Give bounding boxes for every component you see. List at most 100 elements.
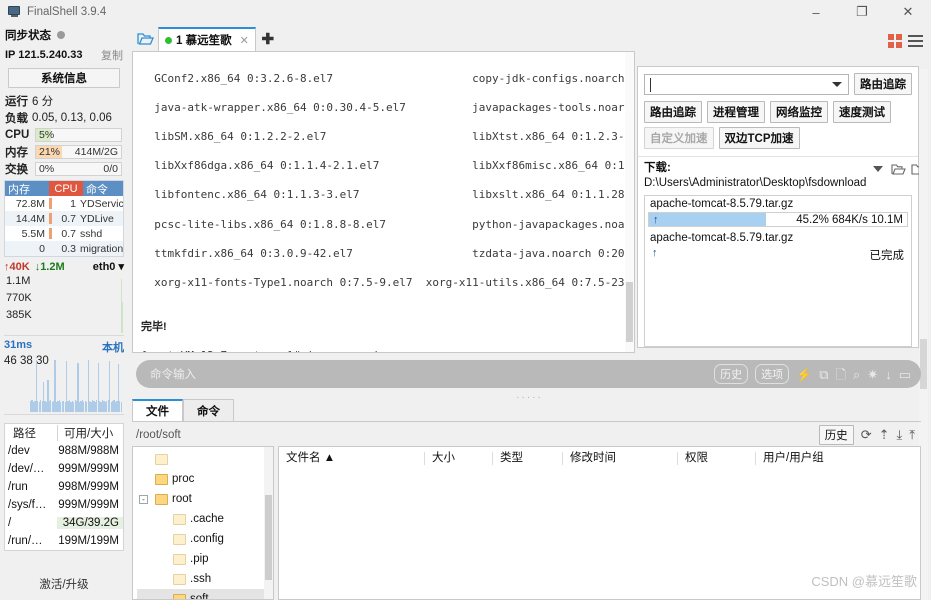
collapse-icon[interactable]: -	[139, 494, 148, 504]
terminal-scrollbar[interactable]	[625, 52, 634, 352]
process-manager-button[interactable]: 进程管理	[707, 101, 765, 123]
network-monitor-button[interactable]: 网络监控	[770, 101, 828, 123]
paste-icon[interactable]: 🗋	[836, 368, 846, 381]
system-info-button[interactable]: 系统信息	[8, 68, 120, 88]
copy-ip-button[interactable]: 复制	[101, 47, 123, 63]
tree-node-config[interactable]: .config	[137, 529, 273, 549]
col-free-total: 可用/大小	[57, 425, 123, 441]
folder-icon	[173, 593, 186, 599]
search-icon[interactable]: ⌕	[853, 368, 860, 381]
current-path[interactable]: /root/soft	[132, 429, 181, 441]
col-type[interactable]: 类型	[492, 451, 562, 465]
tree-node-root[interactable]: - root	[137, 489, 273, 509]
upload-file-icon[interactable]: ⤒	[909, 427, 915, 443]
command-history-button[interactable]: 历史	[714, 364, 749, 384]
table-row[interactable]: /sys/f… 999M/999M	[5, 496, 123, 514]
refresh-icon[interactable]: ⟳	[861, 427, 872, 443]
custom-accel-button[interactable]: 自定义加速	[644, 127, 714, 149]
menu-icon[interactable]	[908, 35, 923, 47]
tree-node-pip[interactable]: .pip	[137, 549, 273, 569]
download-label: 下载:	[644, 162, 671, 174]
disk-table[interactable]: 路径 可用/大小 /dev 988M/988M /dev/… 999M/999M…	[4, 423, 124, 551]
accel-buttons-row: 自定义加速 双边TCP加速	[638, 125, 918, 151]
scrollbar-thumb[interactable]	[626, 282, 633, 342]
command-options-button[interactable]: 选项	[755, 364, 790, 384]
bolt-icon[interactable]: ⚡	[796, 368, 812, 381]
cpu-meter-row: CPU 5%	[0, 126, 128, 143]
col-modified[interactable]: 修改时间	[562, 451, 677, 465]
col-cpu[interactable]: CPU	[49, 181, 83, 196]
copy-icon[interactable]: ⧉	[819, 368, 828, 381]
close-icon[interactable]: ✕	[240, 34, 249, 47]
terminal-output: GConf2.x86_64 0:3.2.6-8.el7 copy-jdk-con…	[133, 52, 634, 352]
scrollbar-thumb[interactable]	[920, 339, 927, 389]
network-interface-selector[interactable]: eth0 ▾	[93, 260, 124, 273]
tab-files[interactable]: 文件	[132, 399, 183, 421]
disk-size: 988M/988M	[58, 445, 119, 457]
layout-grid-icon[interactable]	[888, 34, 902, 48]
route-trace-button[interactable]: 路由追踪	[644, 101, 702, 123]
tree-node[interactable]	[137, 449, 273, 469]
activate-upgrade-link[interactable]: 激活/升级	[0, 576, 128, 592]
table-row[interactable]: 5.5M 0.7 sshd	[5, 226, 123, 241]
window-icon[interactable]: ▭	[899, 368, 911, 381]
table-row[interactable]: /dev 988M/988M	[5, 442, 123, 460]
chevron-down-icon[interactable]	[870, 161, 886, 177]
directory-tree[interactable]: proc - root .cache .config .pip .ssh sof…	[132, 446, 274, 600]
gear-icon[interactable]: ✷	[867, 368, 878, 381]
host-combo-input[interactable]	[644, 73, 849, 95]
table-row[interactable]: 72.8M 1 YDService	[5, 196, 123, 211]
app-title: FinalShell 3.9.4	[27, 6, 107, 18]
tree-node-label: .cache	[190, 513, 224, 525]
open-folder-icon[interactable]	[890, 161, 906, 177]
trace-route-button[interactable]: 路由追踪	[854, 73, 912, 95]
close-button[interactable]: ✕	[885, 0, 931, 24]
session-tab[interactable]: 1 慕远笙歌 ✕	[158, 27, 256, 51]
table-row[interactable]: /run/… 199M/199M	[5, 532, 123, 550]
download-icon[interactable]: ↓	[885, 368, 892, 381]
tree-node-proc[interactable]: proc	[137, 469, 273, 489]
load-value: 0.05, 0.13, 0.06	[32, 111, 112, 124]
speed-test-button[interactable]: 速度测试	[833, 101, 891, 123]
table-row[interactable]: 0 0.3 migration	[5, 241, 123, 256]
tree-scrollbar[interactable]	[264, 447, 273, 599]
path-history-button[interactable]: 历史	[818, 425, 854, 445]
download-list[interactable]: apache-tomcat-8.5.79.tar.gz ↑ 45.2% 684K…	[644, 195, 912, 347]
tree-node-label: .config	[190, 533, 224, 545]
col-memory[interactable]: 内存	[5, 181, 49, 196]
col-filename[interactable]: 文件名 ▲	[279, 452, 424, 465]
scrollbar-thumb[interactable]	[265, 495, 272, 580]
chevron-down-icon[interactable]	[832, 81, 842, 87]
table-row[interactable]: /run 998M/999M	[5, 478, 123, 496]
tree-node-soft[interactable]: soft	[137, 589, 273, 599]
upload-icon[interactable]: ⇡	[879, 427, 890, 443]
tab-commands[interactable]: 命令	[183, 399, 234, 421]
process-table[interactable]: 内存 CPU 命令 72.8M 1 YDService 14.4M 0.7 YD…	[4, 180, 124, 257]
col-command[interactable]: 命令	[83, 181, 123, 196]
disk-size: 998M/999M	[58, 481, 119, 493]
table-row[interactable]: 14.4M 0.7 YDLive	[5, 211, 123, 226]
col-permissions[interactable]: 权限	[677, 451, 755, 465]
list-item[interactable]: apache-tomcat-8.5.79.tar.gz ↑ 45.2% 684K…	[645, 196, 911, 230]
open-folder-icon[interactable]	[132, 27, 158, 51]
folder-icon	[173, 533, 186, 545]
table-row[interactable]: /dev/… 999M/999M	[5, 460, 123, 478]
server-tools-panel: 路由追踪 路由追踪 进程管理 网络监控 速度测试 自定义加速 双边TCP加速 下…	[637, 66, 926, 348]
new-tab-button[interactable]: ✚	[256, 27, 280, 51]
tree-node-ssh[interactable]: .ssh	[137, 569, 273, 589]
tcp-accel-button[interactable]: 双边TCP加速	[718, 127, 800, 149]
tree-node-cache[interactable]: .cache	[137, 509, 273, 529]
list-item[interactable]: apache-tomcat-8.5.79.tar.gz ↑ 已完成	[645, 230, 911, 264]
minimize-button[interactable]: –	[793, 0, 839, 24]
maximize-button[interactable]: ❐	[839, 0, 885, 24]
col-owner[interactable]: 用户/用户组	[755, 451, 875, 465]
command-input-bar[interactable]: 命令输入 历史 选项 ⚡ ⧉ 🗋 ⌕ ✷ ↓ ▭	[136, 360, 921, 388]
command-input[interactable]: 命令输入	[150, 366, 196, 382]
table-row[interactable]: / 34G/39.2G	[5, 514, 123, 532]
download-file-icon[interactable]: ⤓	[897, 427, 903, 443]
col-size[interactable]: 大小	[424, 451, 492, 465]
disk-size: 999M/999M	[58, 463, 119, 475]
cpu-meter-label: CPU	[5, 128, 30, 141]
terminal-panel[interactable]: GConf2.x86_64 0:3.2.6-8.el7 copy-jdk-con…	[132, 51, 635, 353]
net-y-label-3: 385K	[6, 309, 32, 321]
